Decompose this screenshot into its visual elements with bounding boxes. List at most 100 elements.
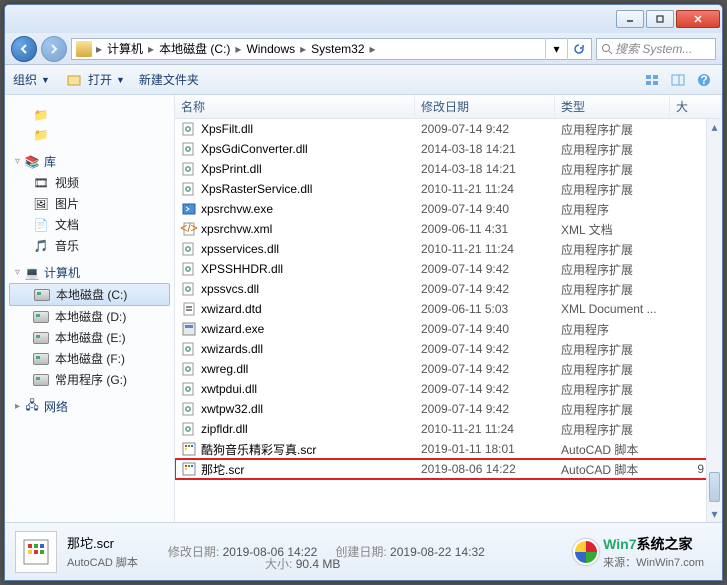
navigation-pane: 📁 📁 ▿📚库 🎞视频 🖼图片 📄文档 🎵音乐 ▿💻计算机 本地磁盘 (C:) …	[5, 95, 175, 522]
file-type: 应用程序扩展	[555, 241, 670, 258]
file-type: 应用程序	[555, 321, 670, 338]
file-row[interactable]: XpsFilt.dll2009-07-14 9:42应用程序扩展	[175, 119, 722, 139]
file-row[interactable]: xpsservices.dll 2010-11-21 11:24应用程序扩展	[175, 239, 722, 259]
sidebar-item-drive-g[interactable]: 常用程序 (G:)	[5, 369, 174, 390]
sidebar-item-drive-f[interactable]: 本地磁盘 (F:)	[5, 348, 174, 369]
sidebar-item-documents[interactable]: 📄文档	[5, 214, 174, 235]
file-type: 应用程序扩展	[555, 401, 670, 418]
new-folder-button[interactable]: 新建文件夹	[139, 71, 199, 88]
file-date: 2010-11-21 11:24	[415, 242, 555, 256]
file-row[interactable]: 酷狗音乐精彩写真.scr2019-01-11 18:01AutoCAD 脚本	[175, 439, 722, 459]
chevron-down-icon: ▿	[15, 156, 20, 167]
search-placeholder: 搜索 System...	[615, 40, 692, 57]
column-size[interactable]: 大	[670, 95, 722, 118]
favorites-item[interactable]: 📁	[5, 125, 174, 145]
file-row[interactable]: 那坨.scr2019-08-06 14:22AutoCAD 脚本9	[175, 459, 722, 479]
file-row[interactable]: XPSSHHDR.dll2009-07-14 9:42应用程序扩展	[175, 259, 722, 279]
file-row[interactable]: xwreg.dll2009-07-14 9:42应用程序扩展	[175, 359, 722, 379]
open-icon	[64, 70, 84, 90]
file-name: xwtpw32.dll	[201, 402, 263, 416]
file-icon	[181, 141, 197, 157]
file-name: XpsRasterService.dll	[201, 182, 312, 196]
file-row[interactable]: xwizard.dtd2009-06-11 5:03XML Document .…	[175, 299, 722, 319]
network-icon: 🖧	[24, 399, 40, 415]
sidebar-item-drive-c[interactable]: 本地磁盘 (C:)	[9, 283, 170, 306]
file-row[interactable]: xwtpw32.dll2009-07-14 9:42应用程序扩展	[175, 399, 722, 419]
maximize-button[interactable]	[646, 10, 674, 28]
folder-icon: 📁	[33, 107, 49, 123]
file-date: 2014-03-18 14:21	[415, 142, 555, 156]
sidebar-item-pictures[interactable]: 🖼图片	[5, 193, 174, 214]
breadcrumb[interactable]: ▸ 计算机 ▸ 本地磁盘 (C:) ▸ Windows ▸ System32 ▸…	[71, 38, 592, 60]
open-button[interactable]: 打开 ▼	[64, 70, 125, 90]
back-button[interactable]	[11, 36, 37, 62]
column-type[interactable]: 类型	[555, 95, 670, 118]
scroll-up-icon[interactable]: ▴	[707, 119, 722, 135]
file-date: 2019-01-11 18:01	[415, 442, 555, 456]
preview-pane-icon[interactable]	[668, 70, 688, 90]
network-header[interactable]: ▸🖧网络	[5, 396, 174, 417]
file-date: 2009-06-11 4:31	[415, 222, 555, 236]
organize-menu[interactable]: 组织 ▼	[13, 71, 50, 88]
file-date: 2009-07-14 9:42	[415, 362, 555, 376]
refresh-icon[interactable]	[567, 38, 589, 60]
file-type: 应用程序	[555, 201, 670, 218]
computer-header[interactable]: ▿💻计算机	[5, 262, 174, 283]
vertical-scrollbar[interactable]: ▴ ▾	[706, 119, 722, 522]
file-row[interactable]: zipfldr.dll2010-11-21 11:24应用程序扩展	[175, 419, 722, 439]
file-row[interactable]: xpssvcs.dll2009-07-14 9:42应用程序扩展	[175, 279, 722, 299]
chevron-right-icon: ▸	[146, 42, 156, 56]
close-button[interactable]	[676, 10, 720, 28]
help-icon[interactable]: ?	[694, 70, 714, 90]
file-row[interactable]: XpsGdiConverter.dll2014-03-18 14:21应用程序扩…	[175, 139, 722, 159]
view-options-icon[interactable]	[642, 70, 662, 90]
disk-icon	[33, 351, 49, 367]
file-row[interactable]: xwizard.exe2009-07-14 9:40应用程序	[175, 319, 722, 339]
file-date: 2019-08-06 14:22	[415, 462, 555, 476]
file-icon	[181, 161, 197, 177]
breadcrumb-item[interactable]: Windows	[243, 39, 298, 59]
forward-button[interactable]	[41, 36, 67, 62]
sidebar-item-drive-e[interactable]: 本地磁盘 (E:)	[5, 327, 174, 348]
sidebar-item-music[interactable]: 🎵音乐	[5, 235, 174, 256]
sidebar-item-drive-d[interactable]: 本地磁盘 (D:)	[5, 306, 174, 327]
address-bar: ▸ 计算机 ▸ 本地磁盘 (C:) ▸ Windows ▸ System32 ▸…	[5, 33, 722, 65]
file-date: 2009-06-11 5:03	[415, 302, 555, 316]
column-date[interactable]: 修改日期	[415, 95, 555, 118]
sidebar-item-videos[interactable]: 🎞视频	[5, 172, 174, 193]
file-date: 2010-11-21 11:24	[415, 422, 555, 436]
favorites-item[interactable]: 📁	[5, 105, 174, 125]
file-row[interactable]: xwtpdui.dll2009-07-14 9:42应用程序扩展	[175, 379, 722, 399]
file-pane: 名称 修改日期 类型 大 XpsFilt.dll2009-07-14 9:42应…	[175, 95, 722, 522]
computer-icon: 💻	[24, 265, 40, 281]
breadcrumb-item[interactable]: 计算机	[104, 39, 146, 59]
disk-icon	[33, 372, 49, 388]
file-date: 2009-07-14 9:42	[415, 282, 555, 296]
file-type: 应用程序扩展	[555, 381, 670, 398]
file-row[interactable]: XpsPrint.dll2014-03-18 14:21应用程序扩展	[175, 159, 722, 179]
minimize-button[interactable]	[616, 10, 644, 28]
file-name: xpsservices.dll	[201, 242, 279, 256]
libraries-header[interactable]: ▿📚库	[5, 151, 174, 172]
file-name: xwizard.exe	[201, 322, 264, 336]
search-input[interactable]: 搜索 System...	[596, 38, 716, 60]
file-row[interactable]: xpsrchvw.exe2009-07-14 9:40应用程序	[175, 199, 722, 219]
column-name[interactable]: 名称	[175, 95, 415, 118]
dropdown-icon[interactable]: ▾	[545, 38, 567, 60]
breadcrumb-item[interactable]: System32	[308, 39, 367, 59]
file-row[interactable]: </>xpsrchvw.xml2009-06-11 4:31XML 文档	[175, 219, 722, 239]
file-list[interactable]: XpsFilt.dll2009-07-14 9:42应用程序扩展XpsGdiCo…	[175, 119, 722, 522]
file-row[interactable]: XpsRasterService.dll2010-11-21 11:24应用程序…	[175, 179, 722, 199]
breadcrumb-item[interactable]: 本地磁盘 (C:)	[156, 39, 233, 59]
file-type: AutoCAD 脚本	[555, 461, 670, 478]
chevron-right-icon: ▸	[94, 42, 104, 56]
column-headers: 名称 修改日期 类型 大	[175, 95, 722, 119]
file-type: XML Document ...	[555, 302, 670, 316]
file-row[interactable]: xwizards.dll2009-07-14 9:42应用程序扩展	[175, 339, 722, 359]
scroll-thumb[interactable]	[709, 472, 720, 502]
file-icon	[181, 201, 197, 217]
chevron-right-icon: ▸	[15, 401, 20, 412]
scroll-down-icon[interactable]: ▾	[707, 506, 722, 522]
svg-text:</>: </>	[181, 221, 197, 235]
file-name: 那坨.scr	[201, 461, 244, 478]
